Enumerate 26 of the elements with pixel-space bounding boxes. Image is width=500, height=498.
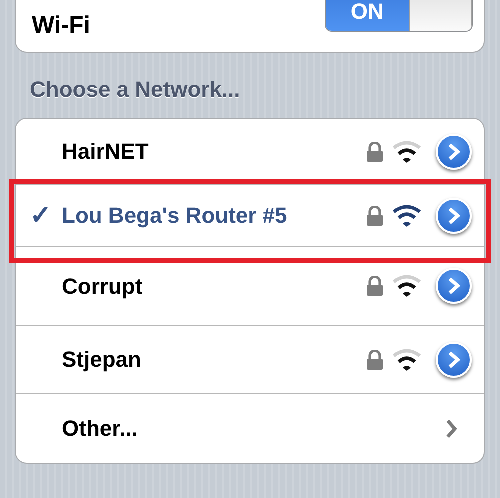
network-name: Corrupt <box>62 272 144 301</box>
other-row[interactable]: Other... <box>16 394 484 463</box>
wifi-icon <box>392 204 422 226</box>
section-header: Choose a Network... <box>30 76 242 104</box>
network-row[interactable]: Stjepan <box>16 326 484 394</box>
chevron-icon <box>447 206 461 224</box>
checkmark: ✓ <box>30 199 53 232</box>
network-name: Other... <box>62 415 139 443</box>
wifi-label: Wi-Fi <box>32 10 90 40</box>
wifi-icon <box>392 348 422 370</box>
chevron-icon <box>447 350 461 368</box>
wifi-icon <box>392 275 422 297</box>
wifi-icon <box>392 140 422 162</box>
detail-disclosure-button[interactable] <box>436 342 472 378</box>
network-row[interactable]: HairNET <box>16 119 484 185</box>
network-name: HairNET <box>62 138 150 166</box>
detail-disclosure-button[interactable] <box>436 134 472 170</box>
chevron-icon <box>446 418 458 438</box>
network-row[interactable]: Corrupt <box>16 247 484 326</box>
network-name: Stjepan <box>62 346 142 374</box>
detail-disclosure-button[interactable] <box>436 198 472 234</box>
network-name: Lou Bega's Router #5 <box>62 202 288 230</box>
chevron-icon <box>447 142 461 160</box>
network-row[interactable]: ✓ Lou Bega's Router #5 <box>16 185 484 247</box>
detail-disclosure-button[interactable] <box>436 268 472 304</box>
chevron-icon <box>447 277 461 295</box>
